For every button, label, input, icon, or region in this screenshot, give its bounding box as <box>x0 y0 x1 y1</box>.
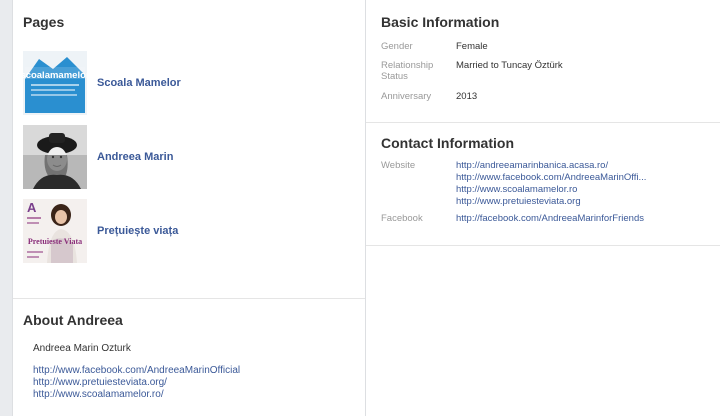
pretuieste-viata-thumbnail[interactable]: A Pretuieste Viata <box>23 199 87 263</box>
scoala-mamelor-logo-icon: scoalamamelor <box>23 51 87 115</box>
gender-label: Gender <box>381 41 413 52</box>
website-label: Website <box>381 160 416 171</box>
facebook-label: Facebook <box>381 213 423 224</box>
anniversary-value: 2013 <box>456 91 478 102</box>
about-link[interactable]: http://www.pretuiesteviata.org/ <box>33 377 240 389</box>
portrait-photo-icon <box>23 125 87 189</box>
left-column: Pages scoalamamelor Scoala Mamelor Andre… <box>12 0 366 416</box>
facebook-link[interactable]: http://facebook.com/AndreeaMarinforFrien… <box>456 213 644 224</box>
about-name-line: Andreea Marin Ozturk <box>33 343 131 354</box>
cover-title: Pretuieste Viata <box>28 237 82 246</box>
andreea-marin-thumbnail[interactable] <box>23 125 87 189</box>
basic-information-section: Basic Information Gender Female Relation… <box>366 0 720 123</box>
anniversary-label: Anniversary <box>381 91 432 102</box>
pages-title: Pages <box>23 14 65 30</box>
website-link[interactable]: http://www.scoalamamelor.ro <box>456 184 577 195</box>
magazine-cover-icon: A Pretuieste Viata <box>23 199 87 263</box>
about-links: http://www.facebook.com/AndreeaMarinOffi… <box>33 365 240 401</box>
relationship-status-label: Relationship Status <box>381 60 434 82</box>
pages-section: Pages scoalamamelor Scoala Mamelor Andre… <box>13 0 365 299</box>
page-name-link[interactable]: Scoala Mamelor <box>97 77 181 89</box>
page-item-andreea-marin[interactable]: Andreea Marin <box>23 125 173 189</box>
contact-information-section: Contact Information Website http://andre… <box>366 123 720 246</box>
about-link[interactable]: http://www.scoalamamelor.ro/ <box>33 389 240 401</box>
page-name-link[interactable]: Andreea Marin <box>97 151 173 163</box>
cover-letter: A <box>27 200 37 215</box>
page-item-scoala-mamelor[interactable]: scoalamamelor Scoala Mamelor <box>23 51 181 115</box>
contact-information-title: Contact Information <box>381 135 514 151</box>
website-link[interactable]: http://www.pretuiesteviata.org <box>456 196 581 207</box>
website-link[interactable]: http://www.facebook.com/AndreeaMarinOffi… <box>456 172 646 183</box>
gender-value: Female <box>456 41 488 52</box>
page-name-link[interactable]: Prețuiește viața <box>97 225 178 237</box>
about-link[interactable]: http://www.facebook.com/AndreeaMarinOffi… <box>33 365 240 377</box>
basic-information-title: Basic Information <box>381 14 500 30</box>
page-item-pretuieste-viata[interactable]: A Pretuieste Viata Prețuiește viața <box>23 199 178 263</box>
about-title: About Andreea <box>23 312 123 328</box>
relationship-status-value: Married to Tuncay Öztürk <box>456 60 563 71</box>
left-gutter <box>0 0 12 416</box>
right-column: Basic Information Gender Female Relation… <box>366 0 720 416</box>
website-link[interactable]: http://andreeamarinbanica.acasa.ro/ <box>456 160 608 171</box>
scoala-mamelor-thumbnail[interactable]: scoalamamelor <box>23 51 87 115</box>
profile-about-page: Pages scoalamamelor Scoala Mamelor Andre… <box>0 0 720 416</box>
logo-text: scoalamamelor <box>23 70 87 81</box>
